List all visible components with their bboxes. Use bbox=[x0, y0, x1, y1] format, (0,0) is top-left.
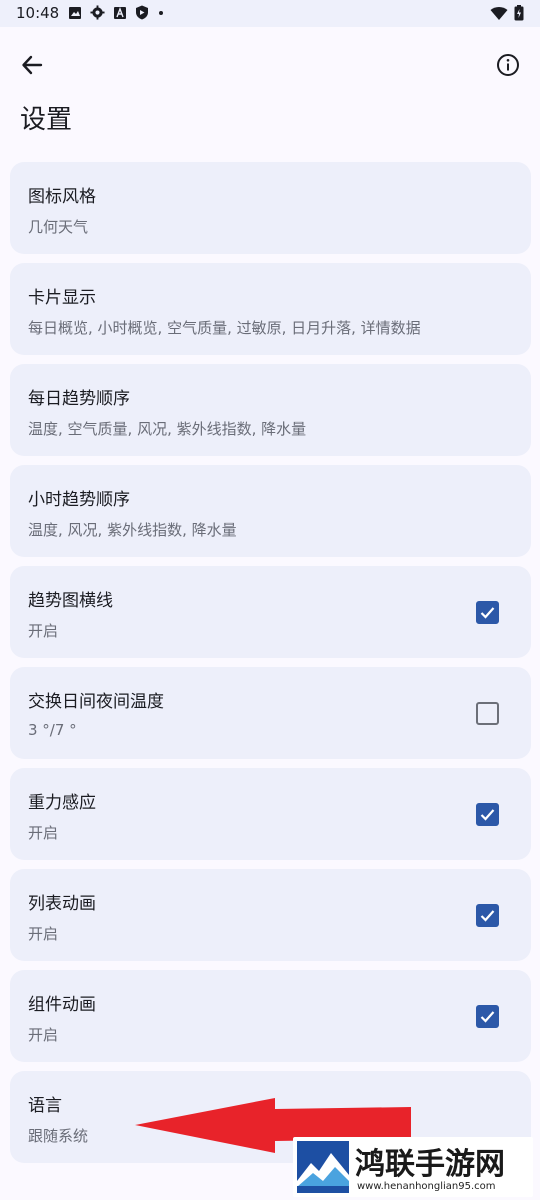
setting-summary: 跟随系统 bbox=[28, 1127, 89, 1145]
battery-icon bbox=[514, 5, 524, 21]
setting-summary: 几何天气 bbox=[28, 218, 89, 236]
arrow-back-icon bbox=[22, 55, 43, 75]
dot-icon bbox=[159, 10, 163, 15]
setting-summary: 开启 bbox=[28, 1026, 59, 1044]
setting-title: 组件动画 bbox=[28, 995, 96, 1015]
gear-icon bbox=[90, 5, 105, 20]
wifi-icon bbox=[490, 6, 508, 20]
check-icon bbox=[480, 1011, 495, 1023]
setting-title: 列表动画 bbox=[28, 894, 96, 914]
checkbox-checked[interactable] bbox=[476, 904, 499, 927]
back-button[interactable] bbox=[12, 45, 52, 85]
setting-summary: 开启 bbox=[28, 925, 59, 943]
setting-title: 小时趋势顺序 bbox=[28, 490, 130, 510]
setting-icon-style[interactable]: 图标风格 几何天气 bbox=[10, 162, 531, 254]
watermark-url: www.henanhonglian95.com bbox=[357, 1181, 496, 1192]
setting-title: 重力感应 bbox=[28, 793, 96, 813]
status-time: 10:48 bbox=[16, 4, 60, 22]
info-icon bbox=[497, 54, 519, 76]
setting-title: 交换日间夜间温度 bbox=[28, 692, 164, 712]
settings-list: 图标风格 几何天气 卡片显示 每日概览, 小时概览, 空气质量, 过敏原, 日月… bbox=[10, 162, 531, 1172]
setting-summary: 温度, 空气质量, 风况, 紫外线指数, 降水量 bbox=[28, 420, 307, 438]
checkbox-checked[interactable] bbox=[476, 1005, 499, 1028]
setting-summary: 温度, 风况, 紫外线指数, 降水量 bbox=[28, 521, 237, 539]
mountain-logo-icon bbox=[297, 1141, 349, 1193]
setting-title: 语言 bbox=[28, 1096, 62, 1116]
status-bar: 10:48 bbox=[0, 0, 540, 27]
setting-hourly-trend-order[interactable]: 小时趋势顺序 温度, 风况, 紫外线指数, 降水量 bbox=[10, 465, 531, 557]
a-icon bbox=[114, 6, 126, 19]
checkbox-unchecked[interactable] bbox=[476, 702, 499, 725]
setting-trend-horizontal-lines[interactable]: 趋势图横线 开启 bbox=[10, 566, 531, 658]
check-icon bbox=[480, 607, 495, 619]
check-icon bbox=[480, 910, 495, 922]
setting-card-display[interactable]: 卡片显示 每日概览, 小时概览, 空气质量, 过敏原, 日月升落, 详情数据 bbox=[10, 263, 531, 355]
setting-summary: 每日概览, 小时概览, 空气质量, 过敏原, 日月升落, 详情数据 bbox=[28, 319, 421, 337]
setting-summary: 开启 bbox=[28, 824, 59, 842]
watermark-name: 鸿联手游网 bbox=[355, 1147, 505, 1182]
shield-icon bbox=[136, 5, 148, 20]
setting-title: 图标风格 bbox=[28, 187, 96, 207]
setting-title: 趋势图横线 bbox=[28, 591, 113, 611]
setting-summary: 开启 bbox=[28, 622, 59, 640]
status-icons bbox=[68, 5, 165, 20]
app-bar: 设置 bbox=[0, 27, 540, 147]
setting-swap-day-night-temp[interactable]: 交换日间夜间温度 3 °/7 ° bbox=[10, 667, 531, 759]
check-icon bbox=[480, 809, 495, 821]
setting-widget-animation[interactable]: 组件动画 开启 bbox=[10, 970, 531, 1062]
image-icon bbox=[69, 6, 81, 19]
setting-title: 每日趋势顺序 bbox=[28, 389, 130, 409]
setting-list-animation[interactable]: 列表动画 开启 bbox=[10, 869, 531, 961]
setting-title: 卡片显示 bbox=[28, 288, 96, 308]
checkbox-checked[interactable] bbox=[476, 601, 499, 624]
checkbox-checked[interactable] bbox=[476, 803, 499, 826]
info-button[interactable] bbox=[488, 45, 528, 85]
watermark: 鸿联手游网 www.henanhonglian95.com bbox=[293, 1137, 533, 1197]
page-title: 设置 bbox=[20, 105, 73, 135]
status-right-icons bbox=[490, 5, 524, 21]
setting-daily-trend-order[interactable]: 每日趋势顺序 温度, 空气质量, 风况, 紫外线指数, 降水量 bbox=[10, 364, 531, 456]
setting-gravity-sensor[interactable]: 重力感应 开启 bbox=[10, 768, 531, 860]
setting-summary: 3 °/7 ° bbox=[28, 721, 77, 739]
